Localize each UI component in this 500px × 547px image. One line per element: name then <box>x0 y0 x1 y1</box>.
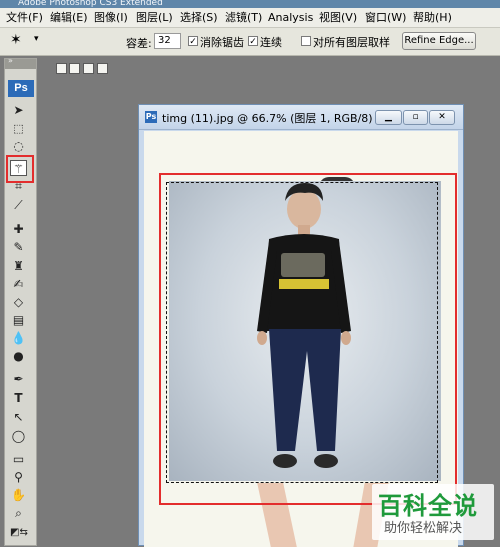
document-title: timg (11).jpg @ 66.7% (图层 1, RGB/8) <box>162 112 373 125</box>
app-title-bar: Adobe Photoshop CS3 Extended <box>0 0 500 8</box>
antialias-label: 消除锯齿 <box>200 36 244 49</box>
ps-document-icon: Ps <box>145 111 157 123</box>
marquee-tool-icon[interactable]: ⬚ <box>10 121 27 137</box>
menu-window[interactable]: 窗口(W) <box>365 11 406 25</box>
magic-wand-preset-icon[interactable]: ✶ <box>10 32 22 48</box>
ellipse-tool-icon[interactable]: ◯ <box>10 428 27 444</box>
antialias-checkbox[interactable]: ✓ <box>188 36 198 47</box>
move-tool-icon[interactable]: ➤ <box>10 102 27 118</box>
watermark-title: 百科全说 <box>378 492 478 520</box>
image-highlight-box <box>159 173 457 505</box>
color-swatches-icon[interactable]: ◩⇆ <box>10 525 28 541</box>
document-title-bar[interactable]: Ps timg (11).jpg @ 66.7% (图层 1, RGB/8) ▁… <box>139 105 463 130</box>
menu-help[interactable]: 帮助(H) <box>413 11 452 25</box>
menu-image[interactable]: 图像(I) <box>94 11 128 25</box>
collapse-arrows-icon[interactable]: » <box>8 56 13 65</box>
menu-bar: 文件(F) 编辑(E) 图像(I) 图层(L) 选择(S) 滤镜(T) Anal… <box>0 8 500 28</box>
gradient-tool-icon[interactable]: ▤ <box>10 312 27 328</box>
brush-tool-icon[interactable]: ✎ <box>10 239 27 255</box>
pen-tool-icon[interactable]: ✒ <box>10 371 27 387</box>
menu-view[interactable]: 视图(V) <box>319 11 357 25</box>
menu-select[interactable]: 选择(S) <box>180 11 218 25</box>
hand-tool-icon[interactable]: ✋ <box>10 487 27 503</box>
blur-tool-icon[interactable]: 💧 <box>10 330 27 346</box>
close-button[interactable]: ✕ <box>429 110 455 125</box>
toolbox-grip[interactable]: » <box>5 56 36 69</box>
menu-layer[interactable]: 图层(L) <box>136 11 173 25</box>
eraser-tool-icon[interactable]: ◇ <box>10 294 27 310</box>
tolerance-label: 容差: <box>126 37 152 50</box>
sample-all-layers-checkbox[interactable] <box>301 36 311 46</box>
subtract-from-selection-icon[interactable] <box>83 63 94 74</box>
intersect-selection-icon[interactable] <box>97 63 108 74</box>
chevron-down-icon[interactable]: ▾ <box>34 34 39 44</box>
watermark-subtitle: 助你轻松解决 <box>384 521 463 536</box>
sample-all-layers-label: 对所有图层取样 <box>313 36 390 49</box>
type-tool-icon[interactable]: T <box>10 390 27 406</box>
path-selection-icon[interactable]: ↖ <box>10 409 27 425</box>
dodge-tool-icon[interactable]: ● <box>10 348 27 364</box>
zoom-tool-icon[interactable]: ⌕ <box>10 505 27 521</box>
slice-tool-icon[interactable]: ⟋ <box>10 197 27 213</box>
lasso-tool-icon[interactable]: ◌ <box>10 138 27 154</box>
history-brush-icon[interactable]: ✍ <box>10 276 27 292</box>
clone-stamp-icon[interactable]: ♜ <box>10 258 27 274</box>
watermark: 百科全说 助你轻松解决 <box>372 484 494 540</box>
eyedropper-tool-icon[interactable]: ⚲ <box>10 469 27 485</box>
tolerance-input[interactable]: 32 <box>154 33 181 49</box>
minimize-button[interactable]: ▁ <box>375 110 402 125</box>
new-selection-icon[interactable] <box>56 63 67 74</box>
app-title: Adobe Photoshop CS3 Extended <box>18 0 163 8</box>
add-to-selection-icon[interactable] <box>69 63 80 74</box>
maximize-button[interactable]: ▫ <box>403 110 428 125</box>
menu-file[interactable]: 文件(F) <box>6 11 43 25</box>
healing-brush-icon[interactable]: ✚ <box>10 221 27 237</box>
notes-tool-icon[interactable]: ▭ <box>10 451 27 467</box>
ps-logo[interactable]: Ps <box>8 80 34 97</box>
contiguous-checkbox[interactable]: ✓ <box>248 36 258 47</box>
refine-edge-button[interactable]: Refine Edge... <box>402 32 476 50</box>
menu-edit[interactable]: 编辑(E) <box>50 11 88 25</box>
magic-wand-highlight <box>6 155 34 183</box>
menu-filter[interactable]: 滤镜(T) <box>225 11 262 25</box>
menu-analysis[interactable]: Analysis <box>268 11 313 25</box>
contiguous-label: 连续 <box>260 36 282 49</box>
